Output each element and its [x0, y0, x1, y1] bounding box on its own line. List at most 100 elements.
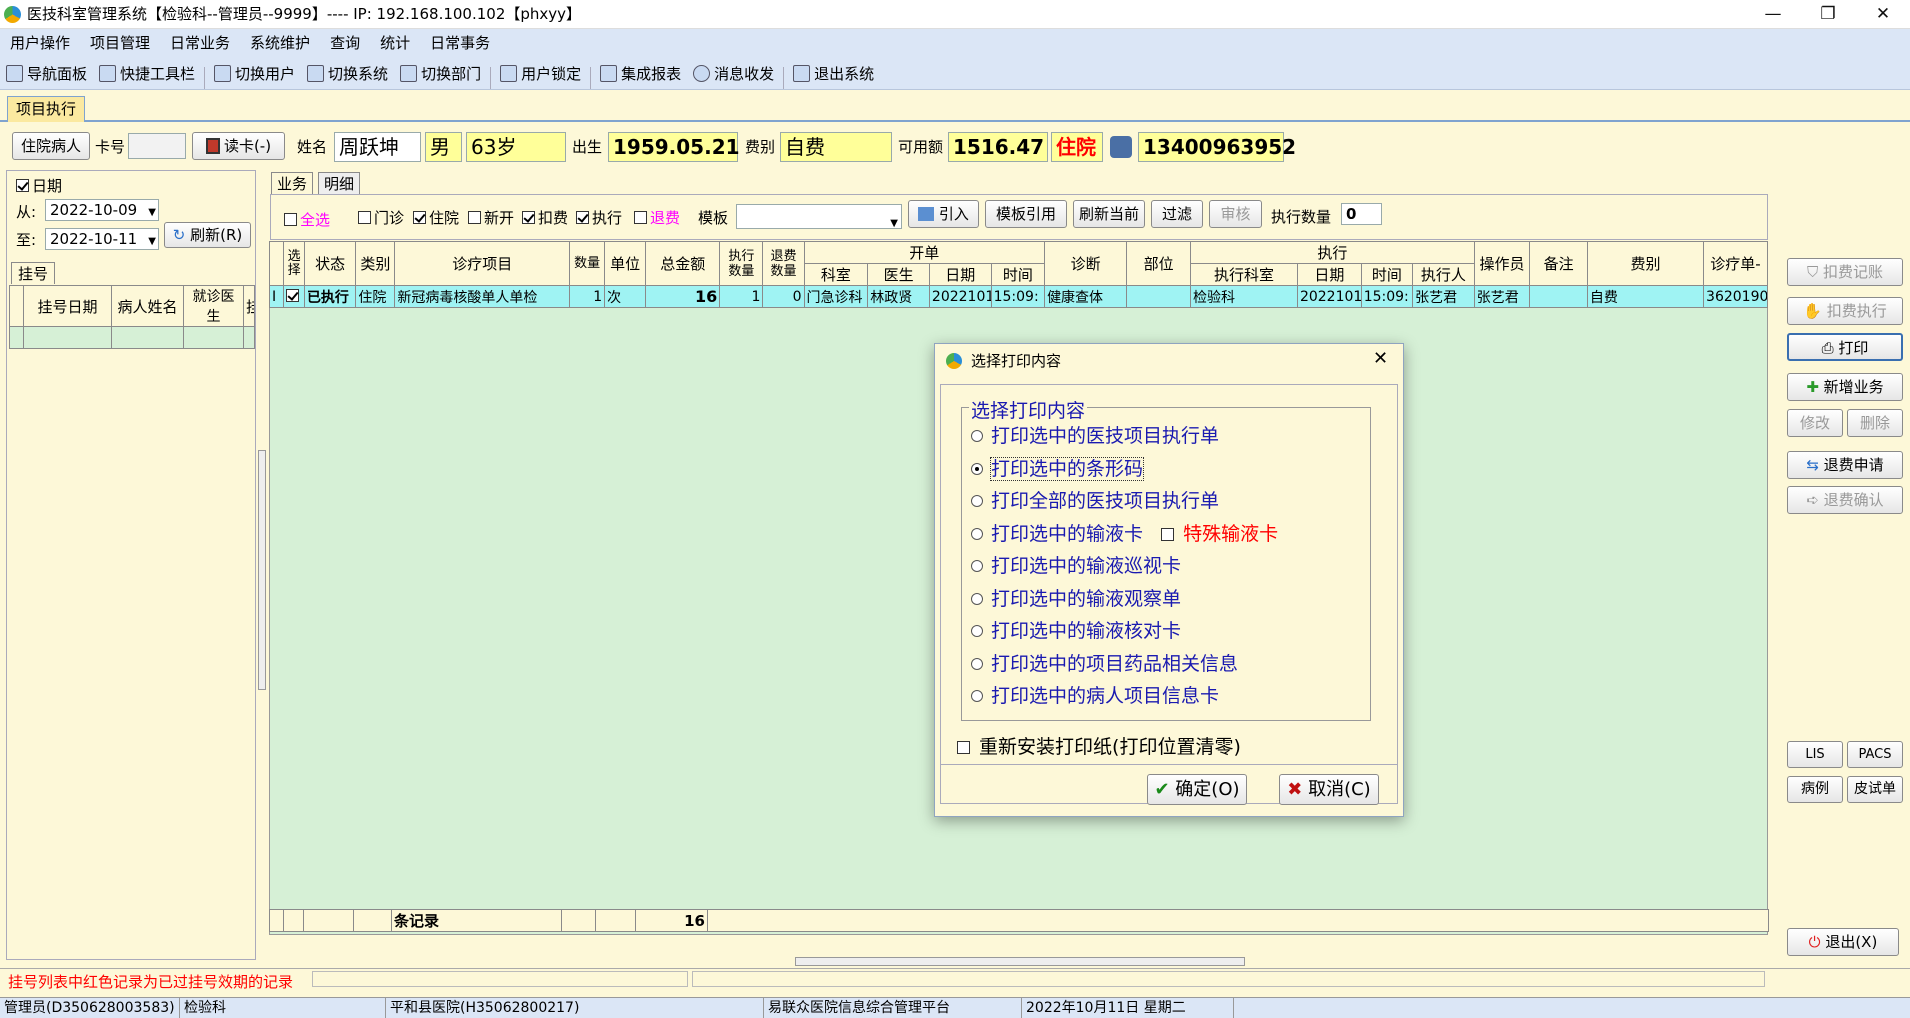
table-row[interactable]: I已执行住院新冠病毒核酸单人单检1次1610门急诊科林政贤2022101115:…	[268, 285, 1768, 308]
select-all-checkbox[interactable]: 全选	[284, 209, 330, 230]
table-row[interactable]	[9, 326, 255, 349]
card-number-input[interactable]	[128, 133, 186, 159]
col-exec-qty[interactable]: 执行数量	[719, 241, 764, 286]
outpatient-checkbox[interactable]: 门诊	[358, 207, 404, 228]
col-item[interactable]: 诊疗项目	[394, 241, 571, 286]
col-category[interactable]: 类别	[355, 241, 396, 286]
switch-dept-button[interactable]: 切换部门	[394, 57, 487, 90]
horizontal-scrollbar[interactable]	[795, 957, 1245, 966]
col-exec-time[interactable]: 时间	[1360, 263, 1414, 286]
tab-detail[interactable]: 明细	[318, 172, 361, 194]
col-order-no[interactable]: 诊疗单-	[1703, 241, 1768, 286]
maximize-button[interactable]: ❐	[1805, 0, 1851, 29]
switch-system-button[interactable]: 切换系统	[301, 57, 394, 90]
col-exec-date[interactable]: 日期	[1296, 263, 1362, 286]
col-more[interactable]: 挂	[243, 285, 255, 327]
exit-system-button[interactable]: 退出系统	[787, 57, 880, 90]
inpatient-checkbox[interactable]: 住院	[413, 207, 459, 228]
messages-button[interactable]: 消息收发	[687, 57, 780, 90]
col-order-time[interactable]: 时间	[990, 263, 1046, 286]
option-infusion-card[interactable]: 打印选中的输液卡 特殊输液卡	[971, 518, 1361, 551]
reinstall-paper-checkbox[interactable]: 重新安装打印纸(打印位置清零)	[957, 732, 1241, 759]
col-order-doctor[interactable]: 医生	[867, 263, 930, 286]
template-select[interactable]: ▼	[736, 204, 902, 229]
quick-toolbar-button[interactable]: 快捷工具栏	[93, 57, 201, 90]
col-patient-name[interactable]: 病人姓名	[111, 285, 184, 327]
minimize-button[interactable]: —	[1750, 0, 1796, 29]
charge-exec-button[interactable]: ✋ 扣费执行	[1787, 297, 1903, 325]
option-infusion-patrol[interactable]: 打印选中的输液巡视卡	[971, 550, 1361, 583]
col-diagnosis[interactable]: 诊断	[1044, 241, 1128, 286]
option-infusion-observe[interactable]: 打印选中的输液观察单	[971, 583, 1361, 616]
col-exec-dept[interactable]: 执行科室	[1190, 263, 1298, 286]
integrated-report-button[interactable]: 集成报表	[594, 57, 687, 90]
col-fee-type[interactable]: 费别	[1586, 241, 1705, 286]
col-reg-date[interactable]: 挂号日期	[23, 285, 112, 327]
row-select-checkbox[interactable]	[283, 285, 305, 308]
option-all-exec-sheets[interactable]: 打印全部的医技项目执行单	[971, 485, 1361, 518]
charge-checkbox[interactable]: 扣费	[522, 207, 568, 228]
case-button[interactable]: 病例	[1787, 776, 1843, 803]
charge-record-button[interactable]: ⛉ 扣费记账	[1787, 258, 1903, 286]
pacs-button[interactable]: PACS	[1847, 741, 1903, 768]
refresh-current-button[interactable]: 刷新当前	[1073, 200, 1145, 228]
lis-button[interactable]: LIS	[1787, 741, 1843, 768]
dialog-close-button[interactable]: ✕	[1373, 348, 1388, 369]
menu-query[interactable]: 查询	[320, 29, 370, 57]
to-date-picker[interactable]: 2022-10-11 ▼	[45, 228, 159, 250]
option-exec-sheet[interactable]: 打印选中的医技项目执行单	[971, 420, 1361, 453]
col-executor[interactable]: 执行人	[1412, 263, 1475, 286]
special-infusion-checkbox[interactable]: 特殊输液卡	[1161, 523, 1278, 545]
menu-system-maintenance[interactable]: 系统维护	[240, 29, 320, 57]
from-date-picker[interactable]: 2022-10-09 ▼	[45, 199, 159, 221]
user-lock-button[interactable]: 用户锁定	[494, 57, 587, 90]
col-refund-qty[interactable]: 退费数量	[762, 241, 805, 286]
menu-daily-affairs[interactable]: 日常事务	[420, 29, 500, 57]
read-card-button[interactable]: 读卡(-)	[192, 132, 285, 160]
close-window-button[interactable]: ✕	[1860, 0, 1906, 29]
edit-button[interactable]: 修改	[1787, 409, 1843, 437]
patient-type-button[interactable]: 住院病人	[12, 132, 90, 160]
new-business-button[interactable]: ✚ 新增业务	[1787, 373, 1903, 401]
col-remark[interactable]: 备注	[1529, 241, 1588, 286]
col-order-dept[interactable]: 科室	[803, 263, 869, 286]
menu-daily-business[interactable]: 日常业务	[160, 29, 240, 57]
option-drug-info[interactable]: 打印选中的项目药品相关信息	[971, 648, 1361, 681]
refund-confirm-button[interactable]: ➪ 退费确认	[1787, 486, 1903, 514]
option-infusion-check[interactable]: 打印选中的输液核对卡	[971, 615, 1361, 648]
nav-panel-button[interactable]: 导航面板	[0, 57, 93, 90]
dialog-cancel-button[interactable]: ✖ 取消(C)	[1279, 774, 1379, 805]
print-button[interactable]: ⎙ 打印	[1787, 333, 1903, 361]
new-order-checkbox[interactable]: 新开	[468, 207, 514, 228]
exit-button[interactable]: ⏻ 退出(X)	[1787, 928, 1899, 956]
col-amount[interactable]: 总金额	[645, 241, 721, 286]
col-doctor[interactable]: 就诊医生	[183, 285, 244, 327]
col-part[interactable]: 部位	[1126, 241, 1192, 286]
option-barcode[interactable]: 打印选中的条形码	[971, 453, 1361, 486]
audit-button[interactable]: 审核	[1209, 200, 1262, 228]
exec-count-input[interactable]: 0	[1341, 203, 1382, 225]
executed-checkbox[interactable]: 执行	[576, 207, 622, 228]
left-splitter[interactable]	[258, 450, 266, 690]
option-patient-card[interactable]: 打印选中的病人项目信息卡	[971, 680, 1361, 713]
tab-project-exec[interactable]: 项目执行	[7, 96, 86, 122]
col-qty[interactable]: 数量	[569, 241, 606, 286]
menu-statistics[interactable]: 统计	[370, 29, 420, 57]
delete-button[interactable]: 删除	[1847, 409, 1903, 437]
col-operator[interactable]: 操作员	[1473, 241, 1531, 286]
menu-project-mgmt[interactable]: 项目管理	[80, 29, 160, 57]
col-status[interactable]: 状态	[303, 241, 357, 286]
menu-user-ops[interactable]: 用户操作	[0, 29, 80, 57]
switch-user-button[interactable]: 切换用户	[208, 57, 301, 90]
refresh-button[interactable]: ↻ 刷新(R)	[164, 222, 251, 248]
skin-test-button[interactable]: 皮试单	[1847, 776, 1903, 803]
tab-registration[interactable]: 挂号	[11, 262, 56, 284]
filter-button[interactable]: 过滤	[1151, 200, 1203, 228]
import-button[interactable]: 引入	[908, 200, 979, 228]
col-select[interactable]: 选择	[283, 241, 305, 286]
template-ref-button[interactable]: 模板引用	[985, 200, 1067, 228]
refund-request-button[interactable]: ⇆ 退费申请	[1787, 451, 1903, 479]
col-unit[interactable]: 单位	[604, 241, 647, 286]
col-order-date[interactable]: 日期	[928, 263, 992, 286]
tab-business[interactable]: 业务	[271, 172, 314, 194]
